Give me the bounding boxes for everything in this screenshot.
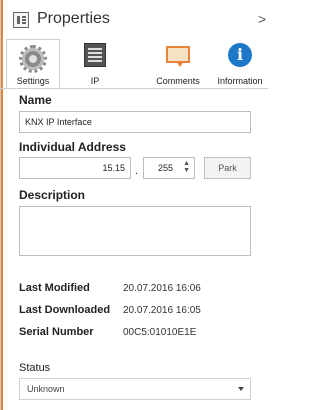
name-field[interactable]: KNX IP Interface (19, 111, 251, 133)
description-label: Description (19, 188, 86, 202)
title-bar: Properties > (9, 8, 268, 34)
tab-comments-label: Comments (156, 76, 200, 86)
tab-divider (1, 88, 268, 89)
address-area-line-field[interactable]: 15.15 (19, 157, 131, 179)
serial-number-label: Serial Number (19, 326, 94, 338)
status-label: Status (19, 362, 51, 374)
properties-panel: Properties > Settings IP Comments i Info… (0, 0, 268, 410)
serial-number-value: 00C5:01010E1E (123, 327, 197, 338)
tab-ip-label: IP (90, 76, 100, 86)
address-device-stepper[interactable]: 255 ▲ ▼ (143, 157, 195, 179)
document-icon (84, 43, 106, 67)
chevron-down-icon (238, 387, 244, 391)
address-separator: . (135, 165, 139, 177)
last-downloaded-value: 20.07.2016 16:05 (123, 305, 201, 316)
collapse-chevron-icon[interactable]: > (258, 11, 266, 27)
last-downloaded-label: Last Downloaded (19, 304, 111, 316)
panel-accent-edge (1, 0, 3, 410)
description-field[interactable] (19, 206, 251, 256)
status-select[interactable]: Unknown (19, 378, 251, 400)
tab-settings[interactable]: Settings (6, 39, 60, 89)
stepper-arrows-icon[interactable]: ▲ ▼ (183, 160, 190, 174)
address-device-value: 255 (158, 163, 174, 173)
tab-comments[interactable]: Comments (146, 39, 210, 89)
status-value: Unknown (27, 384, 65, 394)
tab-information-label: Information (217, 76, 263, 86)
panel-title: Properties (37, 10, 110, 27)
gear-icon (19, 45, 47, 73)
name-label: Name (19, 93, 52, 107)
tab-ip[interactable]: IP (68, 39, 122, 89)
individual-address-label: Individual Address (19, 140, 126, 154)
tab-information[interactable]: i Information (212, 39, 268, 89)
park-button[interactable]: Park (204, 157, 251, 179)
properties-icon (13, 12, 29, 28)
tab-settings-label: Settings (16, 76, 50, 86)
info-icon: i (228, 43, 252, 67)
comment-icon (166, 46, 190, 67)
last-modified-value: 20.07.2016 16:06 (123, 283, 201, 294)
tab-strip: Settings IP Comments i Information (6, 39, 268, 89)
last-modified-label: Last Modified (19, 282, 90, 294)
